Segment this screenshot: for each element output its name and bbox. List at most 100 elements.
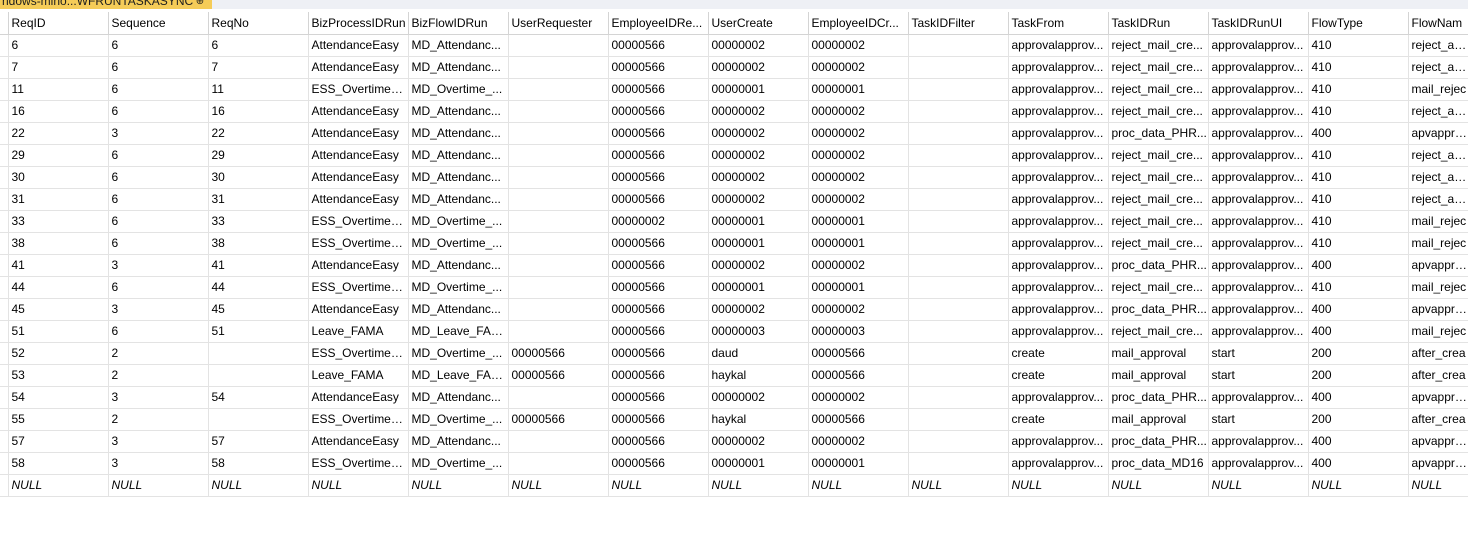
- table-cell-null[interactable]: NULL: [208, 474, 309, 497]
- row-selector[interactable]: [0, 430, 9, 453]
- table-cell[interactable]: MD_Overtime_...: [408, 452, 509, 475]
- table-cell[interactable]: 33: [208, 210, 309, 233]
- row-selector[interactable]: [0, 144, 9, 167]
- table-cell[interactable]: 41: [8, 254, 109, 277]
- table-cell[interactable]: 00000002: [608, 210, 709, 233]
- table-cell[interactable]: MD_Overtime_...: [408, 232, 509, 255]
- table-cell[interactable]: apvapprov: [1408, 430, 1468, 453]
- table-cell[interactable]: 00000566: [508, 342, 609, 365]
- row-selector-header[interactable]: [0, 12, 9, 35]
- table-cell[interactable]: MD_Attendanc...: [408, 298, 509, 321]
- table-cell[interactable]: proc_data_PHR...: [1108, 254, 1209, 277]
- table-cell[interactable]: 16: [8, 100, 109, 123]
- table-cell-null[interactable]: NULL: [408, 474, 509, 497]
- table-cell[interactable]: 400: [1308, 452, 1409, 475]
- table-cell[interactable]: [508, 56, 609, 79]
- table-cell[interactable]: AttendanceEasy: [308, 56, 409, 79]
- table-cell[interactable]: 6: [108, 78, 209, 101]
- table-cell[interactable]: 410: [1308, 188, 1409, 211]
- table-cell[interactable]: 00000001: [708, 210, 809, 233]
- table-row[interactable]: 55 2 ESS_Overtime_... MD_Overtime_... 000005…: [0, 408, 1468, 431]
- table-row[interactable]: 6 6 6 AttendanceEasy MD_Attendanc... 00000566…: [0, 34, 1468, 57]
- column-header[interactable]: TaskIDRun: [1108, 12, 1209, 35]
- row-selector[interactable]: [0, 188, 9, 211]
- table-cell[interactable]: mail_rejec: [1408, 320, 1468, 343]
- table-cell[interactable]: 6: [108, 144, 209, 167]
- row-selector[interactable]: [0, 452, 9, 475]
- table-cell-null[interactable]: NULL: [1108, 474, 1209, 497]
- table-cell[interactable]: [508, 298, 609, 321]
- column-header[interactable]: ReqNo: [208, 12, 309, 35]
- table-cell[interactable]: proc_data_PHR...: [1108, 386, 1209, 409]
- table-cell[interactable]: 57: [208, 430, 309, 453]
- table-cell[interactable]: reject_app: [1408, 100, 1468, 123]
- table-cell[interactable]: apvapprov: [1408, 452, 1468, 475]
- pin-icon[interactable]: ⊕ ×: [193, 0, 207, 9]
- table-cell[interactable]: 3: [108, 254, 209, 277]
- table-cell[interactable]: proc_data_MD16: [1108, 452, 1209, 475]
- table-cell[interactable]: AttendanceEasy: [308, 188, 409, 211]
- table-cell[interactable]: [508, 166, 609, 189]
- table-cell[interactable]: [908, 298, 1009, 321]
- column-header[interactable]: EmployeeIDCr...: [808, 12, 909, 35]
- table-cell[interactable]: mail_rejec: [1408, 276, 1468, 299]
- table-cell[interactable]: reject_mail_cre...: [1108, 276, 1209, 299]
- table-cell[interactable]: reject_mail_cre...: [1108, 166, 1209, 189]
- table-cell[interactable]: approvalapprov...: [1208, 100, 1309, 123]
- table-cell[interactable]: [908, 364, 1009, 387]
- table-cell[interactable]: [908, 320, 1009, 343]
- table-cell[interactable]: 410: [1308, 276, 1409, 299]
- table-cell[interactable]: approvalapprov...: [1208, 232, 1309, 255]
- column-header[interactable]: TaskFrom: [1008, 12, 1109, 35]
- table-cell-null[interactable]: NULL: [608, 474, 709, 497]
- table-row[interactable]: 38 6 38 ESS_Overtime_... MD_Overtime_... 0000…: [0, 232, 1468, 255]
- table-cell[interactable]: 00000002: [708, 298, 809, 321]
- table-cell[interactable]: 54: [8, 386, 109, 409]
- row-selector[interactable]: [0, 100, 9, 123]
- table-cell[interactable]: 00000001: [808, 210, 909, 233]
- table-cell[interactable]: [908, 188, 1009, 211]
- table-cell[interactable]: 00000566: [608, 364, 709, 387]
- table-cell[interactable]: 00000002: [808, 188, 909, 211]
- table-cell[interactable]: ESS_Overtime_...: [308, 210, 409, 233]
- table-cell[interactable]: [208, 342, 309, 365]
- table-cell[interactable]: 33: [8, 210, 109, 233]
- table-cell[interactable]: 22: [8, 122, 109, 145]
- table-cell[interactable]: AttendanceEasy: [308, 34, 409, 57]
- table-cell[interactable]: 00000002: [708, 122, 809, 145]
- table-cell[interactable]: [508, 276, 609, 299]
- table-cell-null[interactable]: NULL: [1308, 474, 1409, 497]
- table-cell[interactable]: MD_Attendanc...: [408, 56, 509, 79]
- table-cell[interactable]: AttendanceEasy: [308, 386, 409, 409]
- table-cell[interactable]: approvalapprov...: [1208, 144, 1309, 167]
- table-cell[interactable]: MD_Leave_FAMA: [408, 320, 509, 343]
- column-header[interactable]: FlowNam: [1408, 12, 1468, 35]
- table-cell[interactable]: MD_Overtime_...: [408, 276, 509, 299]
- table-cell[interactable]: [508, 210, 609, 233]
- table-cell[interactable]: 00000566: [608, 342, 709, 365]
- table-cell[interactable]: [208, 364, 309, 387]
- table-cell[interactable]: 00000566: [808, 364, 909, 387]
- table-cell[interactable]: apvapprov: [1408, 298, 1468, 321]
- table-cell[interactable]: 2: [108, 408, 209, 431]
- table-cell[interactable]: 00000001: [708, 232, 809, 255]
- table-cell[interactable]: approvalapprov...: [1208, 78, 1309, 101]
- table-cell[interactable]: 31: [208, 188, 309, 211]
- table-cell[interactable]: 00000566: [608, 56, 709, 79]
- column-header[interactable]: BizFlowIDRun: [408, 12, 509, 35]
- table-row[interactable]: 33 6 33 ESS_Overtime_... MD_Overtime_... 0000…: [0, 210, 1468, 233]
- table-cell[interactable]: [508, 100, 609, 123]
- table-row[interactable]: 53 2 Leave_FAMA MD_Leave_FAMA 00000566 000005…: [0, 364, 1468, 387]
- table-cell[interactable]: MD_Attendanc...: [408, 166, 509, 189]
- table-cell[interactable]: 3: [108, 452, 209, 475]
- table-cell[interactable]: 00000002: [708, 430, 809, 453]
- table-cell[interactable]: [908, 232, 1009, 255]
- table-cell[interactable]: 00000002: [808, 122, 909, 145]
- table-cell[interactable]: [908, 144, 1009, 167]
- table-cell[interactable]: approvalapprov...: [1008, 56, 1109, 79]
- table-cell[interactable]: AttendanceEasy: [308, 100, 409, 123]
- table-cell[interactable]: 6: [108, 320, 209, 343]
- table-cell[interactable]: 3: [108, 122, 209, 145]
- table-cell[interactable]: 00000002: [708, 386, 809, 409]
- table-cell[interactable]: 400: [1308, 320, 1409, 343]
